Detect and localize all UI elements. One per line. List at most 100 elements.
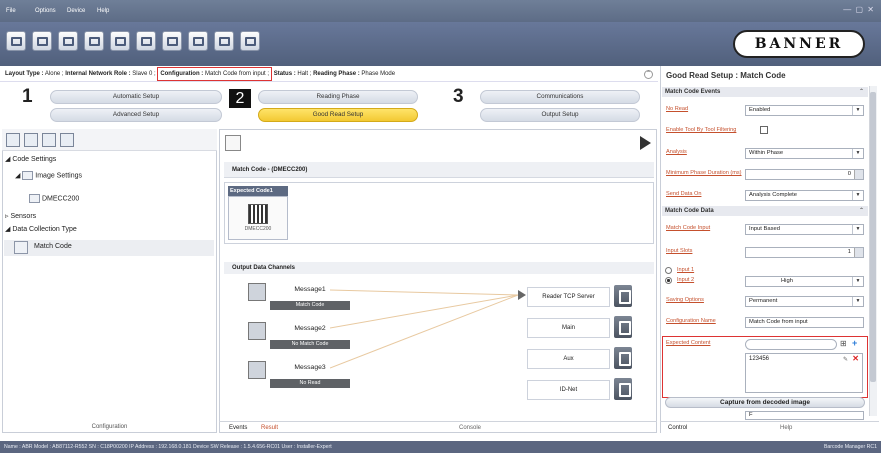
tree-data-collection-type[interactable]: ◢ Data Collection Type (5, 225, 77, 233)
connection-line (330, 294, 519, 329)
tree-code-settings[interactable]: ◢ Code Settings (5, 155, 56, 163)
status-label: Status : (273, 71, 296, 77)
expected-code-tile[interactable]: DMECC200 (228, 196, 288, 240)
analysis-select[interactable]: Within Phase ▼ (745, 148, 864, 159)
section-match-code-data[interactable]: Match Code Data ⌃ (662, 206, 868, 216)
menu-device[interactable]: Device (67, 8, 85, 14)
input2-level-select[interactable]: High ▼ (745, 276, 864, 287)
menu-help[interactable]: Help (97, 8, 109, 14)
read-icon[interactable] (136, 31, 156, 51)
tab-events[interactable]: Events (229, 422, 247, 434)
save-icon[interactable] (188, 31, 208, 51)
plus-icon[interactable]: + (852, 338, 857, 348)
advanced-setup-button[interactable]: Advanced Setup (50, 108, 222, 122)
send-data-on-select[interactable]: Analysis Complete ▼ (745, 190, 864, 201)
tab-result[interactable]: Result (261, 422, 278, 434)
min-phase-duration-input[interactable]: 0 (745, 169, 864, 180)
id-net-icon[interactable] (614, 378, 632, 400)
message1-block[interactable]: Message1 Match Code (248, 281, 350, 313)
properties-title: Good Read Setup : Match Code (666, 71, 786, 80)
message3-block[interactable]: Message3 No Read (248, 359, 350, 391)
plus-icon[interactable] (214, 31, 234, 51)
match-code-input-select[interactable]: Input Based ▼ (745, 224, 864, 235)
output-aux[interactable]: Aux (527, 349, 610, 369)
automatic-setup-button[interactable]: Automatic Setup (50, 90, 222, 104)
app-version: Barcode Manager RC1 (823, 444, 877, 450)
match-code-header: Match Code - (DMECC200) (224, 162, 654, 178)
new-icon[interactable] (6, 31, 26, 51)
tab-control[interactable]: Control (668, 422, 687, 434)
tree-match-code[interactable]: Match Code (4, 240, 214, 256)
barcode-icon[interactable] (60, 133, 74, 147)
output-id-net[interactable]: ID-Net (527, 380, 610, 400)
delete-icon[interactable]: ✕ (852, 354, 859, 363)
left-panel-footer: Configuration (91, 424, 128, 430)
input2-radio[interactable] (665, 277, 672, 284)
chevron-down-icon: ▼ (852, 106, 863, 115)
output-main[interactable]: Main (527, 318, 610, 338)
input1-radio[interactable] (665, 267, 672, 274)
chart-icon[interactable] (240, 31, 260, 51)
good-read-setup-button[interactable]: Good Read Setup (258, 108, 418, 122)
configuration-label: Configuration : (160, 71, 204, 77)
enable-tool-filtering-label: Enable Tool By Tool Filtering (666, 127, 737, 133)
scrollbar-thumb[interactable] (870, 92, 876, 382)
reading-phase-button[interactable]: Reading Phase (258, 90, 418, 104)
device-info: Name : ABR Model : AB87112-R552 SN : C18… (4, 444, 332, 450)
aux-port-icon[interactable] (614, 347, 632, 369)
main-port-icon[interactable] (614, 316, 632, 338)
match-code-icon (14, 241, 28, 254)
expected-code-tab[interactable]: Expected Code1 (228, 186, 288, 196)
output-setup-button[interactable]: Output Setup (480, 108, 640, 122)
spinner-icon[interactable] (854, 248, 863, 257)
configuration-name-input[interactable]: Match Code from input (745, 317, 864, 328)
grid-icon[interactable] (6, 133, 20, 147)
capture-from-image-button[interactable]: Capture from decoded image (665, 397, 865, 408)
saving-options-select[interactable]: Permanent ▼ (745, 296, 864, 307)
play-icon[interactable] (640, 136, 651, 150)
connection-line (330, 289, 519, 296)
collapse-icon[interactable]: ⌃ (644, 70, 653, 79)
tab-help[interactable]: Help (780, 422, 792, 434)
message-icon (248, 361, 266, 379)
message2-label: Message2 (294, 325, 326, 332)
menu-file[interactable]: File (6, 8, 16, 14)
menu-options[interactable]: Options (35, 8, 56, 14)
configuration-name-label: Configuration Name (666, 318, 716, 324)
tcp-server-icon[interactable] (614, 285, 632, 307)
message3-label: Message3 (294, 364, 326, 371)
communications-button[interactable]: Communications (480, 90, 640, 104)
tree-sensors[interactable]: ▹ Sensors (5, 212, 36, 220)
expected-content-input[interactable] (745, 339, 837, 350)
add-entry-icon[interactable]: ⊞ (840, 339, 847, 348)
spinner-icon[interactable] (854, 170, 863, 179)
message2-block[interactable]: Message2 No Match Code (248, 320, 350, 352)
config-icon[interactable] (110, 31, 130, 51)
no-read-select[interactable]: Enabled ▼ (745, 105, 864, 116)
input-slots-input[interactable]: 1 (745, 247, 864, 258)
tree-dmecc200[interactable]: DMECC200 (29, 194, 79, 203)
chevron-down-icon: ▼ (852, 297, 863, 306)
layout-type-label: Layout Type : (5, 71, 44, 77)
sync-icon[interactable] (58, 31, 78, 51)
frame-icon[interactable] (162, 31, 182, 51)
image-icon[interactable] (84, 31, 104, 51)
edit-icon[interactable]: ✎ (843, 356, 848, 363)
globe-icon[interactable] (42, 133, 56, 147)
chevron-down-icon: ▼ (852, 191, 863, 200)
input1-label: Input 1 (677, 267, 695, 273)
expected-content-list[interactable]: 123456 ✎ ✕ (745, 353, 863, 393)
document-icon[interactable] (225, 135, 241, 151)
camera-icon[interactable] (24, 133, 38, 147)
message-icon (248, 283, 266, 301)
window-controls[interactable]: — ▢ ✕ (843, 5, 875, 14)
tree-image-settings[interactable]: ◢ Image Settings (15, 171, 82, 180)
section-match-code-events[interactable]: Match Code Events ⌃ (662, 87, 868, 97)
monitor-icon[interactable] (32, 31, 52, 51)
message-icon (248, 322, 266, 340)
bottom-field[interactable]: F (745, 411, 864, 420)
status-value: Halt ; (297, 71, 312, 77)
enable-tool-filtering-checkbox[interactable] (760, 126, 768, 134)
min-phase-duration-label: Minimum Phase Duration (ms) (666, 170, 742, 176)
output-reader-tcp-server[interactable]: Reader TCP Server (527, 287, 610, 307)
